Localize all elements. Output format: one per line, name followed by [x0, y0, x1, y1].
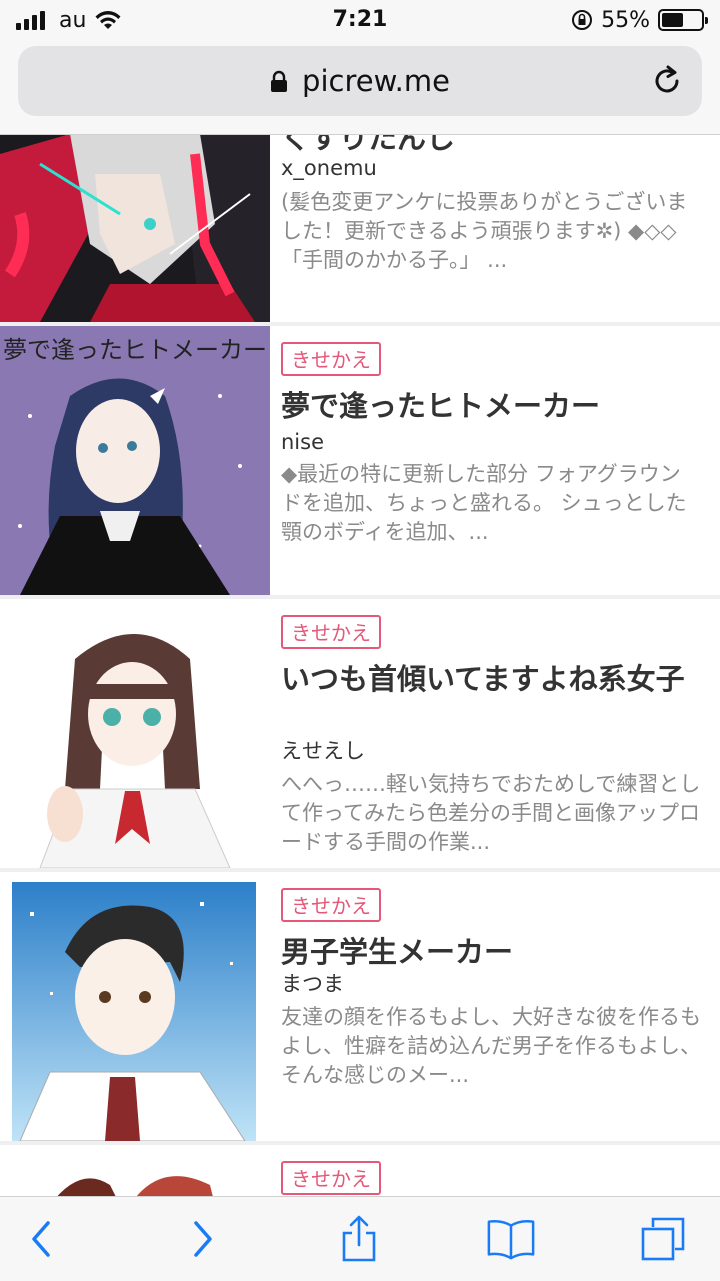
list-item[interactable]: 夢で逢ったヒトメーカー きせかえ 夢で逢ったヒトメーカー nise ◆最近の特に…	[0, 326, 720, 595]
tabs-button[interactable]	[638, 1215, 688, 1263]
battery-level-fill	[662, 13, 683, 27]
orientation-lock-icon	[572, 10, 593, 30]
status-bar: au 7:21 55%	[0, 0, 720, 40]
lock-icon	[271, 70, 288, 92]
item-author: まつま	[281, 972, 344, 996]
browser-toolbar	[0, 1196, 720, 1281]
address-bar[interactable]: picrew.me	[18, 46, 702, 116]
list-item[interactable]: きせかえ 男子学生メーカー まつま 友達の顔を作るもよし、大好きな彼を作るもよし…	[0, 872, 720, 1141]
tag-badge: きせかえ	[281, 888, 381, 922]
chevron-left-icon	[32, 1221, 50, 1257]
tabs-icon	[641, 1217, 685, 1261]
item-thumbnail: 夢で逢ったヒトメーカー	[0, 326, 270, 595]
item-description: ◆最近の特に更新した部分 フォアグラウンドを追加、ちょっと盛れる。 シュっとした…	[281, 462, 687, 544]
list-item[interactable]: くすりたんし x_onemu (髪色変更アンケに投票ありがとうございました！更新…	[0, 121, 720, 322]
status-right: 55%	[571, 0, 708, 40]
tag-badge: きせかえ	[281, 342, 381, 376]
battery-percent: 55%	[601, 7, 650, 33]
item-thumbnail	[0, 134, 270, 322]
item-title: いつも首傾いてますよね系女子	[281, 662, 685, 696]
thumb-title-text: 夢で逢ったヒトメーカー	[3, 336, 267, 364]
tag-badge: きせかえ	[281, 1161, 381, 1195]
item-description: (髪色変更アンケに投票ありがとうございました！更新できるよう頑張ります✲) ◆◇…	[281, 190, 688, 272]
item-author: えせえし	[281, 739, 365, 763]
item-title: 男子学生メーカー	[281, 935, 514, 969]
item-thumbnail	[0, 872, 270, 1141]
list-item[interactable]: きせかえ いつも首傾いてますよね系女子 えせえし へへっ……軽い気持ちでおためし…	[0, 599, 720, 868]
tag-badge: きせかえ	[281, 615, 381, 649]
item-author: nise	[281, 430, 325, 454]
item-description: 友達の顔を作るもよし、大好きな彼を作るもよし、性癖を詰め込んだ男子を作るもよし、…	[281, 1005, 701, 1087]
item-description: へへっ……軽い気持ちでおためしで練習として作ってみたら色差分の手間と画像アップロ…	[281, 772, 701, 854]
battery-icon	[658, 9, 708, 31]
share-button[interactable]	[334, 1215, 384, 1263]
book-icon	[487, 1219, 535, 1260]
bookmarks-button[interactable]	[486, 1215, 536, 1263]
item-title: 夢で逢ったヒトメーカー	[281, 389, 601, 423]
item-author: x_onemu	[281, 156, 377, 180]
share-icon	[342, 1215, 376, 1262]
item-thumbnail	[0, 599, 270, 868]
forward-button[interactable]	[178, 1215, 228, 1263]
chevron-right-icon	[194, 1221, 212, 1257]
back-button[interactable]	[16, 1215, 66, 1263]
browser-top-bar: picrew.me	[0, 40, 720, 135]
reload-icon[interactable]	[650, 64, 684, 98]
url-text: picrew.me	[302, 64, 450, 98]
